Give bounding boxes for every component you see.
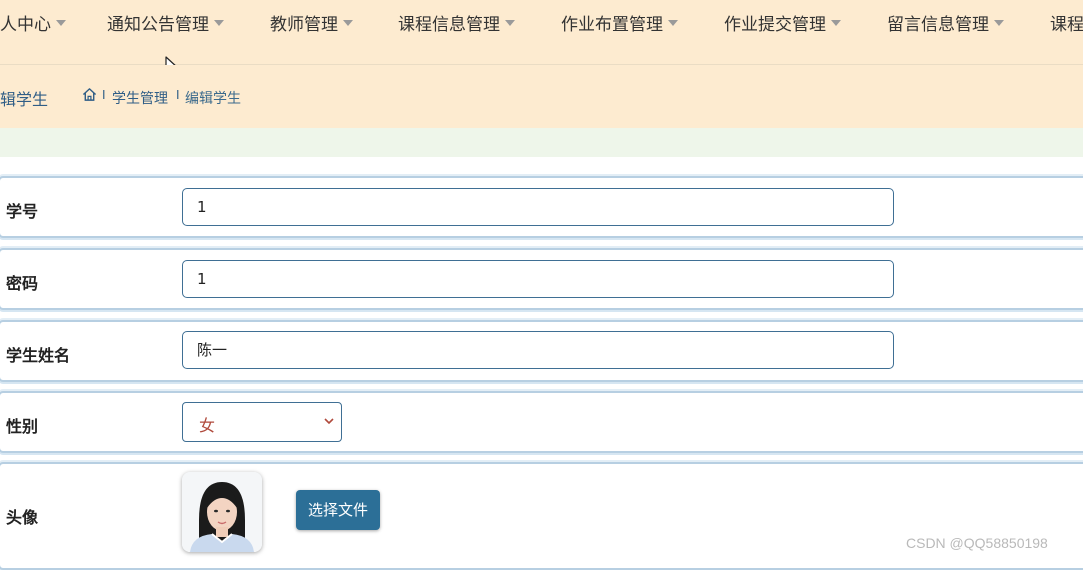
nav-item-assignments[interactable]: 作业布置管理 bbox=[561, 10, 678, 35]
student-name-label: 学生姓名 bbox=[6, 346, 71, 365]
student-id-input[interactable]: 1 bbox=[182, 188, 894, 226]
form-row-name: 学生姓名 陈一 bbox=[0, 320, 1083, 382]
nav-item-label: 作业布置管理 bbox=[561, 15, 663, 35]
gender-selected-value: 女 bbox=[199, 416, 216, 435]
breadcrumb-separator: I bbox=[176, 88, 180, 102]
top-nav: 人中心 通知公告管理 教师管理 课程信息管理 作业布置管理 作业提交管理 留言信… bbox=[0, 0, 1083, 65]
home-icon[interactable] bbox=[82, 87, 97, 102]
nav-item-label: 通知公告管理 bbox=[107, 15, 209, 35]
nav-item-label: 留言信息管理 bbox=[887, 15, 989, 35]
caret-down-icon bbox=[56, 20, 66, 26]
nav-item-teachers[interactable]: 教师管理 bbox=[270, 10, 353, 35]
gender-select[interactable]: 女 bbox=[182, 402, 342, 442]
nav-item-label: 课程 bbox=[1050, 15, 1083, 35]
header-spacer-band bbox=[0, 128, 1083, 157]
password-input[interactable]: 1 bbox=[182, 260, 894, 298]
form-row-avatar: 头像 选择文件 bbox=[0, 462, 1083, 570]
chevron-down-icon bbox=[324, 418, 334, 425]
caret-down-icon bbox=[505, 20, 515, 26]
nav-item-personal-center[interactable]: 人中心 bbox=[0, 10, 66, 35]
nav-item-courses[interactable]: 课程信息管理 bbox=[398, 10, 515, 35]
form-row-password: 密码 1 bbox=[0, 248, 1083, 310]
form-row-gender: 性别 女 bbox=[0, 391, 1083, 453]
choose-file-button[interactable]: 选择文件 bbox=[296, 490, 380, 530]
page-title: 辑学生 bbox=[0, 90, 49, 109]
breadcrumb-edit-student: 编辑学生 bbox=[185, 91, 241, 107]
avatar-photo bbox=[182, 472, 262, 552]
avatar-label: 头像 bbox=[6, 508, 39, 527]
nav-item-label: 课程信息管理 bbox=[398, 15, 500, 35]
nav-item-label: 教师管理 bbox=[270, 15, 338, 35]
breadcrumb-separator: I bbox=[102, 88, 106, 102]
gender-label: 性别 bbox=[6, 417, 39, 436]
nav-item-submissions[interactable]: 作业提交管理 bbox=[724, 10, 841, 35]
caret-down-icon bbox=[831, 20, 841, 26]
caret-down-icon bbox=[994, 20, 1004, 26]
avatar-portrait-image bbox=[182, 472, 262, 552]
page-header: 辑学生 I 学生管理 I 编辑学生 bbox=[0, 65, 1083, 128]
form-row-student-id: 学号 1 bbox=[0, 176, 1083, 238]
password-label: 密码 bbox=[6, 274, 39, 293]
nav-item-messages[interactable]: 留言信息管理 bbox=[887, 10, 1004, 35]
student-id-label: 学号 bbox=[6, 202, 39, 221]
caret-down-icon bbox=[343, 20, 353, 26]
student-name-input[interactable]: 陈一 bbox=[182, 331, 894, 369]
nav-item-label: 人中心 bbox=[0, 15, 51, 35]
caret-down-icon bbox=[668, 20, 678, 26]
caret-down-icon bbox=[214, 20, 224, 26]
watermark: CSDN @QQ58850198 bbox=[906, 535, 1048, 551]
nav-item-course-more[interactable]: 课程 bbox=[1050, 10, 1083, 35]
nav-item-announcements[interactable]: 通知公告管理 bbox=[107, 10, 224, 35]
breadcrumb-student-management[interactable]: 学生管理 bbox=[112, 88, 168, 108]
nav-item-label: 作业提交管理 bbox=[724, 15, 826, 35]
